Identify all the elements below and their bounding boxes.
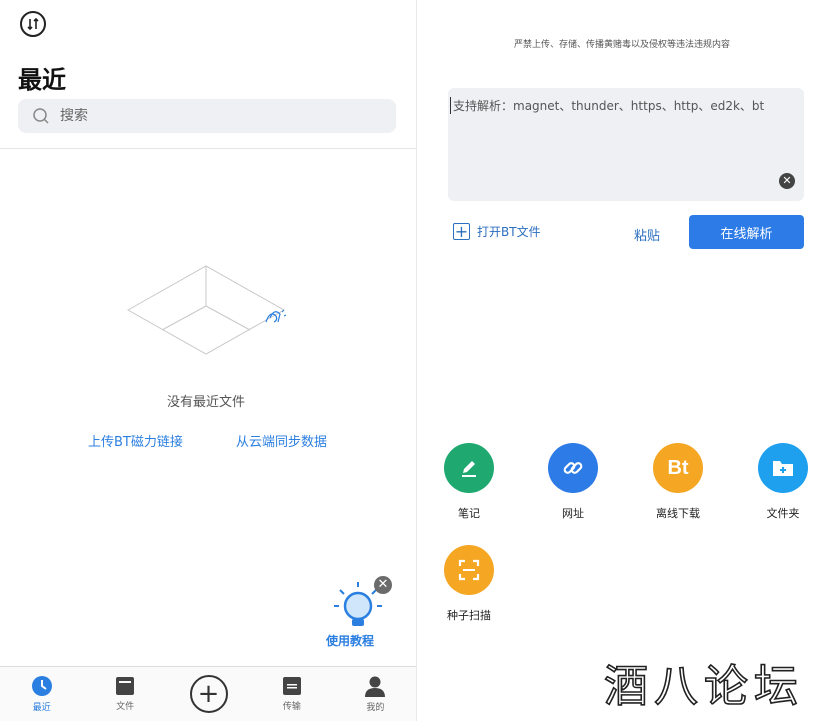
paste-button[interactable]: 粘贴 [634,225,660,244]
tool-label: 笔记 [458,507,480,520]
tool-label: 种子扫描 [447,609,491,622]
tab-label: 最近 [32,703,51,713]
link-input[interactable]: 支持解析：magnet、thunder、https、http、ed2k、bt ✕ [448,88,804,201]
open-bt-file-button[interactable]: + 打开BT文件 [453,223,541,240]
clock-icon [31,676,52,696]
parse-online-button[interactable]: 在线解析 [689,215,804,249]
tool-url[interactable]: 网址 [533,443,613,521]
watermark: 酒八论坛 [603,660,804,713]
open-bt-label: 打开BT文件 [477,225,541,239]
page-title: 最近 [18,66,66,94]
search-icon [33,108,49,124]
tutorial-label: 使用教程 [326,634,375,648]
user-icon [365,676,386,697]
clear-icon[interactable]: ✕ [779,173,795,189]
tool-label: 文件夹 [766,507,800,520]
tool-folder[interactable]: 文件夹 [743,443,823,521]
close-icon[interactable]: ✕ [374,576,392,594]
search-input[interactable] [60,108,360,124]
tab-transfer[interactable]: 传输 [250,667,333,721]
tutorial-widget[interactable]: 使用教程 ✕ [326,576,392,650]
add-icon: + [189,675,228,713]
tool-seed-scan[interactable]: 种子扫描 [429,545,509,623]
tool-offline-download[interactable]: Bt 离线下载 [638,443,718,521]
empty-box-illustration [126,265,287,355]
tool-notes[interactable]: 笔记 [429,443,509,521]
tool-label: 离线下载 [656,507,700,520]
upload-bt-link[interactable]: 上传BT磁力链接 [88,431,183,450]
tool-label: 网址 [562,507,584,520]
folder-add-icon [758,443,808,493]
app-logo-icon[interactable] [20,11,46,37]
tab-files[interactable]: 文件 [83,667,166,721]
tab-label: 文件 [116,702,135,712]
pencil-icon [444,443,494,493]
tab-mine[interactable]: 我的 [334,667,417,721]
tab-label: 传输 [282,702,301,712]
tab-recent[interactable]: 最近 [0,667,83,721]
transfer-icon [282,677,301,695]
tab-label: 我的 [366,703,385,713]
link-icon [548,443,598,493]
recent-panel: 最近 没有最近文件 上传BT磁力链接 从云端同步数据 使用教程 ✕ 最近 [0,0,417,721]
panel-divider [416,0,417,721]
legal-notice: 严禁上传、存储、传播黄赌毒以及侵权等违法违规内容 [514,40,731,50]
bt-icon: Bt [653,443,703,493]
empty-state-text: 没有最近文件 [166,395,245,410]
search-bar[interactable] [18,99,396,133]
divider [0,148,417,149]
link-input-placeholder: 支持解析：magnet、thunder、https、http、ed2k、bt [450,97,764,114]
plus-square-icon: + [453,221,470,241]
sync-cloud-link[interactable]: 从云端同步数据 [236,431,327,450]
tab-add[interactable]: + [167,667,250,721]
folder-icon [116,677,135,695]
scan-icon [444,545,494,595]
bottom-tab-bar: 最近 文件 + 传输 我的 [0,666,417,721]
